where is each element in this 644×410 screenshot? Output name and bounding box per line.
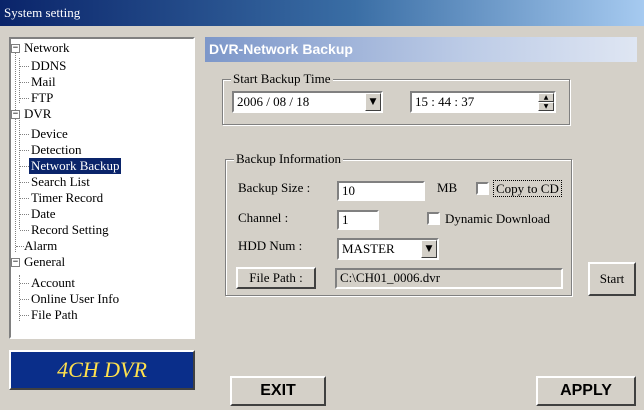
tree-branch [20,230,29,231]
chevron-down-icon[interactable]: ▼ [365,93,381,111]
window-title: System setting [4,5,81,20]
tree-branch [20,66,29,67]
exit-button[interactable]: EXIT [230,376,326,406]
window-title-bar: System setting [0,0,644,26]
tree-item-date[interactable]: Date [31,206,56,222]
settings-tree[interactable]: − Network DDNS Mail FTP − DVR Device Det… [9,37,195,339]
tree-branch [20,283,29,284]
hdd-num-value: MASTER [342,241,395,256]
tree-item-ftp[interactable]: FTP [31,90,53,106]
tree-branch [20,214,29,215]
collapse-network-toggle[interactable]: − [11,44,20,53]
channel-field[interactable]: 1 [337,210,379,230]
backup-date-dropdown[interactable]: 2006 / 08 / 18 ▼ [232,91,383,113]
tree-item-general[interactable]: General [24,254,65,270]
hdd-num-label: HDD Num : [238,238,303,253]
tree-item-mail[interactable]: Mail [31,74,56,90]
copy-to-cd-checkbox[interactable] [476,182,489,195]
tree-branch [20,315,29,316]
apply-button[interactable]: APPLY [536,376,636,406]
tree-item-network-backup[interactable]: Network Backup [29,158,122,174]
copy-to-cd-label-wrap: Copy to CD [493,180,562,197]
chevron-down-icon[interactable]: ▼ [421,240,437,258]
tree-branch [20,150,29,151]
size-unit-label: MB [437,180,458,195]
channel-label: Channel : [238,210,289,225]
backup-info-legend: Backup Information [234,151,344,167]
tree-branch [20,182,29,183]
tree-item-account[interactable]: Account [31,275,75,291]
tree-branch [20,98,29,99]
tree-line [19,58,20,103]
start-backup-legend: Start Backup Time [231,71,333,87]
tree-item-ddns[interactable]: DDNS [31,58,66,74]
spin-down-icon[interactable]: ▼ [538,102,554,111]
backup-date-value: 2006 / 08 / 18 [237,94,310,109]
tree-branch [20,134,29,135]
tree-branch [20,166,29,167]
time-spin-buttons[interactable]: ▲ ▼ [538,93,554,111]
dvr-brand-logo: 4CH DVR [9,350,195,390]
tree-item-timer-record[interactable]: Timer Record [31,190,103,206]
panel-title: DVR-Network Backup [205,37,637,62]
backup-time-value: 15 : 44 : 37 [415,94,475,109]
tree-item-network[interactable]: Network [24,40,70,56]
backup-size-field[interactable]: 10 [337,181,425,201]
backup-time-spinner[interactable]: 15 : 44 : 37 ▲ ▼ [410,91,556,113]
panel-title-text: DVR-Network Backup [209,41,353,57]
brand-label: 4CH DVR [57,357,147,382]
dynamic-download-label: Dynamic Download [445,211,551,226]
tree-root-line [15,52,16,252]
tree-item-detection[interactable]: Detection [31,142,82,158]
tree-line [19,115,20,229]
tree-item-alarm[interactable]: Alarm [24,238,57,254]
tree-branch [20,198,29,199]
dynamic-download-checkbox[interactable] [427,212,440,225]
collapse-general-toggle[interactable]: − [11,258,20,267]
file-path-field: C:\CH01_0006.dvr [335,268,563,289]
tree-item-dvr[interactable]: DVR [24,106,51,122]
backup-size-label: Backup Size : [238,180,311,195]
collapse-dvr-toggle[interactable]: − [11,110,20,119]
tree-branch [20,299,29,300]
copy-to-cd-label: Copy to CD [493,180,562,197]
tree-item-record-setting[interactable]: Record Setting [31,222,109,238]
tree-item-device[interactable]: Device [31,126,68,142]
tree-item-search-list[interactable]: Search List [31,174,90,190]
tree-item-file-path[interactable]: File Path [31,307,78,323]
spin-up-icon[interactable]: ▲ [538,93,554,102]
start-button[interactable]: Start [588,262,636,296]
tree-item-online-user-info[interactable]: Online User Info [31,291,119,307]
file-path-button[interactable]: File Path : [236,267,316,289]
tree-branch [20,82,29,83]
hdd-num-dropdown[interactable]: MASTER ▼ [337,238,439,260]
tree-branch [16,246,24,247]
